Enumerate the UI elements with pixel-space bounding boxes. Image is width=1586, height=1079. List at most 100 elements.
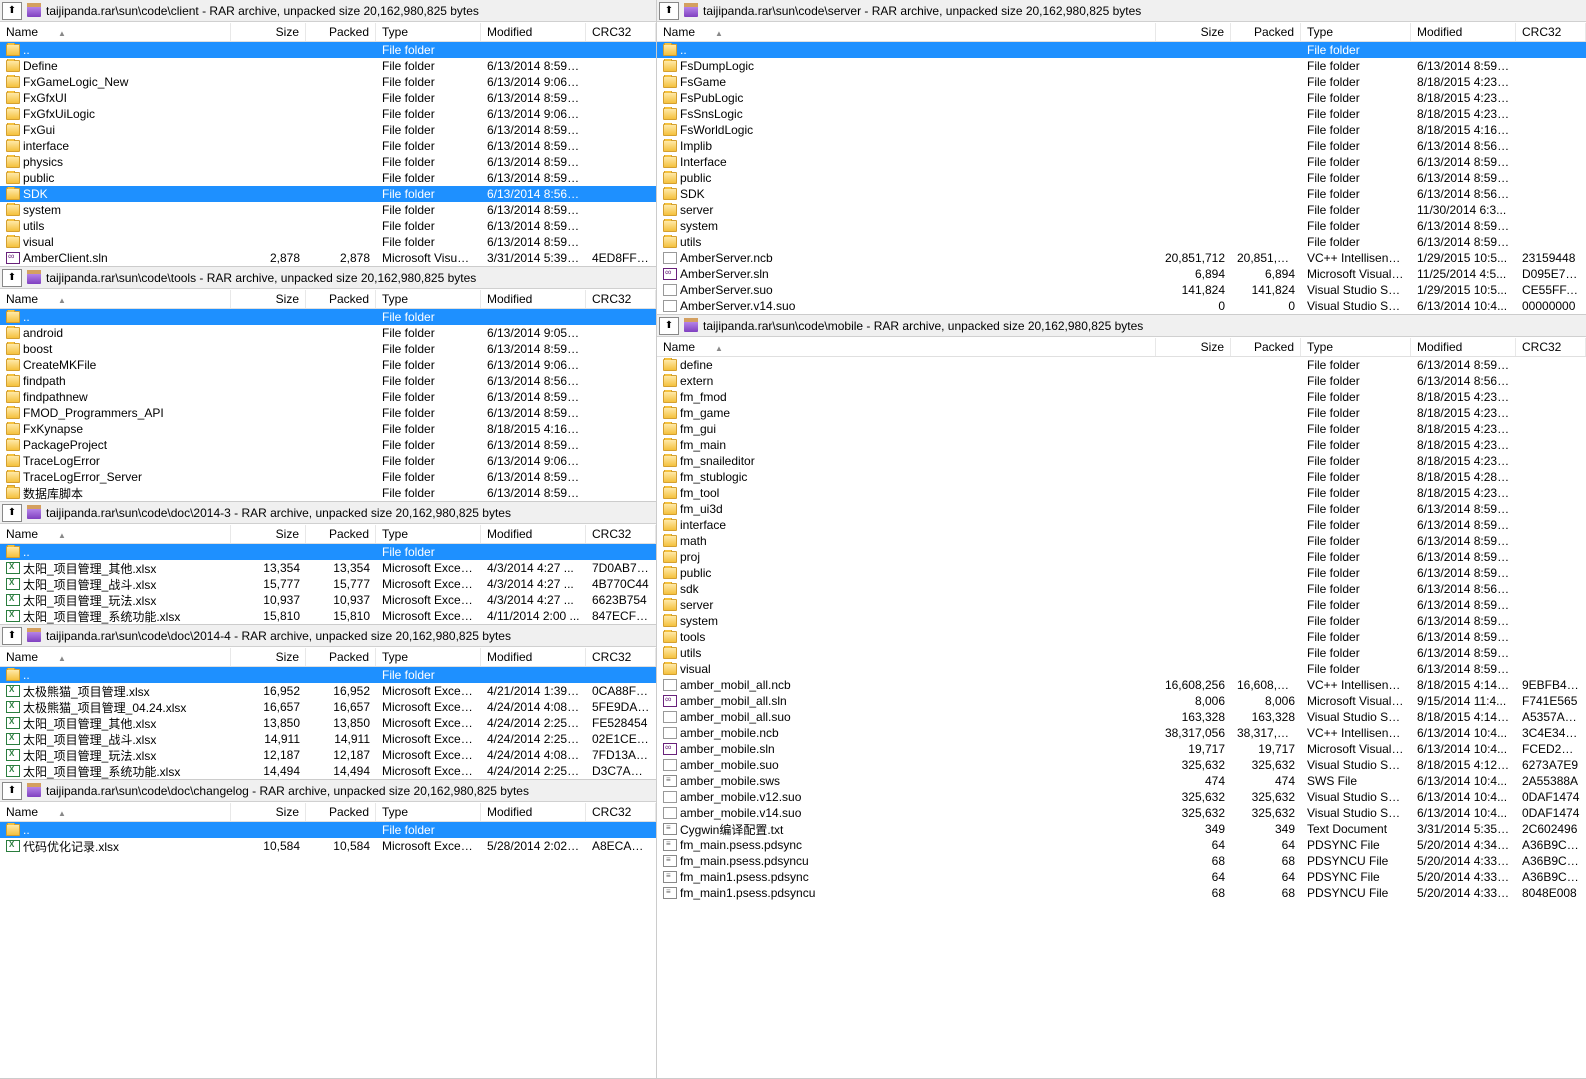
list-item[interactable]: FxKynapse File folder 8/18/2015 4:16 ...	[0, 421, 656, 437]
list-item[interactable]: AmberServer.v14.suo 0 0 Visual Studio So…	[657, 298, 1586, 314]
list-item[interactable]: AmberClient.sln 2,878 2,878 Microsoft Vi…	[0, 250, 656, 266]
list-item[interactable]: findpath File folder 6/13/2014 8:56 ...	[0, 373, 656, 389]
list-item[interactable]: utils File folder 6/13/2014 8:59 ...	[657, 645, 1586, 661]
column-headers[interactable]: Name▲ Size Packed Type Modified CRC32	[0, 289, 656, 309]
col-crc32[interactable]: CRC32	[1516, 23, 1586, 41]
list-item[interactable]: android File folder 6/13/2014 9:05 ...	[0, 325, 656, 341]
col-packed[interactable]: Packed	[1231, 338, 1301, 356]
col-name[interactable]: Name▲	[657, 23, 1156, 41]
list-item[interactable]: proj File folder 6/13/2014 8:59 ...	[657, 549, 1586, 565]
col-crc32[interactable]: CRC32	[586, 648, 656, 666]
col-modified[interactable]: Modified	[1411, 338, 1516, 356]
list-item[interactable]: .. File folder	[0, 822, 656, 838]
list-item[interactable]: amber_mobile.sln 19,717 19,717 Microsoft…	[657, 741, 1586, 757]
list-item[interactable]: system File folder 6/13/2014 8:59 ...	[657, 613, 1586, 629]
list-item[interactable]: physics File folder 6/13/2014 8:59 ...	[0, 154, 656, 170]
column-headers[interactable]: Name▲ Size Packed Type Modified CRC32	[657, 337, 1586, 357]
list-item[interactable]: amber_mobile.sws 474 474 SWS File 6/13/2…	[657, 773, 1586, 789]
col-modified[interactable]: Modified	[481, 23, 586, 41]
list-item[interactable]: SDK File folder 6/13/2014 8:56 ...	[657, 186, 1586, 202]
list-item[interactable]: TraceLogError_Server File folder 6/13/20…	[0, 469, 656, 485]
list-item[interactable]: amber_mobile.suo 325,632 325,632 Visual …	[657, 757, 1586, 773]
list-item[interactable]: server File folder 6/13/2014 8:59 ...	[657, 597, 1586, 613]
col-packed[interactable]: Packed	[306, 525, 376, 543]
list-item[interactable]: 数据库脚本 File folder 6/13/2014 8:59 ...	[0, 485, 656, 501]
list-item[interactable]: SDK File folder 6/13/2014 8:56 ...	[0, 186, 656, 202]
list-item[interactable]: amber_mobile.v12.suo 325,632 325,632 Vis…	[657, 789, 1586, 805]
col-name[interactable]: Name▲	[0, 290, 231, 308]
col-crc32[interactable]: CRC32	[1516, 338, 1586, 356]
list-item[interactable]: Implib File folder 6/13/2014 8:56 ...	[657, 138, 1586, 154]
list-item[interactable]: system File folder 6/13/2014 8:59 ...	[0, 202, 656, 218]
list-item[interactable]: 太阳_项目管理_其他.xlsx 13,354 13,354 Microsoft …	[0, 560, 656, 576]
up-button[interactable]: ⬆	[2, 2, 22, 20]
list-item[interactable]: FsSnsLogic File folder 8/18/2015 4:23 ..…	[657, 106, 1586, 122]
col-modified[interactable]: Modified	[481, 290, 586, 308]
list-item[interactable]: system File folder 6/13/2014 8:59 ...	[657, 218, 1586, 234]
up-button[interactable]: ⬆	[659, 317, 679, 335]
column-headers[interactable]: Name▲ Size Packed Type Modified CRC32	[0, 22, 656, 42]
list-item[interactable]: extern File folder 6/13/2014 8:56 ...	[657, 373, 1586, 389]
up-button[interactable]: ⬆	[2, 627, 22, 645]
col-size[interactable]: Size	[231, 525, 306, 543]
col-packed[interactable]: Packed	[306, 648, 376, 666]
list-item[interactable]: AmberServer.sln 6,894 6,894 Microsoft Vi…	[657, 266, 1586, 282]
list-item[interactable]: amber_mobil_all.sln 8,006 8,006 Microsof…	[657, 693, 1586, 709]
up-button[interactable]: ⬆	[2, 782, 22, 800]
list-item[interactable]: server File folder 11/30/2014 6:3...	[657, 202, 1586, 218]
col-type[interactable]: Type	[376, 803, 481, 821]
col-name[interactable]: Name▲	[0, 525, 231, 543]
col-size[interactable]: Size	[231, 648, 306, 666]
list-item[interactable]: 代码优化记录.xlsx 10,584 10,584 Microsoft Exce…	[0, 838, 656, 854]
col-name[interactable]: Name▲	[0, 648, 231, 666]
list-item[interactable]: 太极熊猫_项目管理_04.24.xlsx 16,657 16,657 Micro…	[0, 699, 656, 715]
list-item[interactable]: FxGameLogic_New File folder 6/13/2014 9:…	[0, 74, 656, 90]
list-item[interactable]: fm_gui File folder 8/18/2015 4:23 ...	[657, 421, 1586, 437]
list-item[interactable]: findpathnew File folder 6/13/2014 8:59 .…	[0, 389, 656, 405]
col-size[interactable]: Size	[231, 803, 306, 821]
list-item[interactable]: AmberServer.ncb 20,851,712 20,851,712 VC…	[657, 250, 1586, 266]
col-type[interactable]: Type	[376, 23, 481, 41]
list-item[interactable]: 太极熊猫_项目管理.xlsx 16,952 16,952 Microsoft E…	[0, 683, 656, 699]
list-item[interactable]: 太阳_项目管理_玩法.xlsx 10,937 10,937 Microsoft …	[0, 592, 656, 608]
col-size[interactable]: Size	[1156, 23, 1231, 41]
column-headers[interactable]: Name▲ Size Packed Type Modified CRC32	[0, 524, 656, 544]
list-item[interactable]: FxGfxUI File folder 6/13/2014 8:59 ...	[0, 90, 656, 106]
list-item[interactable]: tools File folder 6/13/2014 8:59 ...	[657, 629, 1586, 645]
col-modified[interactable]: Modified	[1411, 23, 1516, 41]
list-item[interactable]: .. File folder	[0, 544, 656, 560]
list-item[interactable]: FsDumpLogic File folder 6/13/2014 8:59 .…	[657, 58, 1586, 74]
list-item[interactable]: boost File folder 6/13/2014 8:59 ...	[0, 341, 656, 357]
list-item[interactable]: .. File folder	[0, 309, 656, 325]
list-item[interactable]: FsGame File folder 8/18/2015 4:23 ...	[657, 74, 1586, 90]
list-item[interactable]: amber_mobil_all.ncb 16,608,256 16,608,25…	[657, 677, 1586, 693]
list-item[interactable]: FsWorldLogic File folder 8/18/2015 4:16 …	[657, 122, 1586, 138]
col-size[interactable]: Size	[1156, 338, 1231, 356]
list-item[interactable]: math File folder 6/13/2014 8:59 ...	[657, 533, 1586, 549]
list-item[interactable]: FxGfxUiLogic File folder 6/13/2014 9:06 …	[0, 106, 656, 122]
list-item[interactable]: utils File folder 6/13/2014 8:59 ...	[657, 234, 1586, 250]
col-packed[interactable]: Packed	[306, 290, 376, 308]
list-item[interactable]: fm_stublogic File folder 8/18/2015 4:28 …	[657, 469, 1586, 485]
col-modified[interactable]: Modified	[481, 648, 586, 666]
up-button[interactable]: ⬆	[2, 504, 22, 522]
list-item[interactable]: utils File folder 6/13/2014 8:59 ...	[0, 218, 656, 234]
col-crc32[interactable]: CRC32	[586, 290, 656, 308]
list-item[interactable]: interface File folder 6/13/2014 8:59 ...	[657, 517, 1586, 533]
col-crc32[interactable]: CRC32	[586, 525, 656, 543]
list-item[interactable]: public File folder 6/13/2014 8:59 ...	[657, 170, 1586, 186]
col-modified[interactable]: Modified	[481, 803, 586, 821]
list-item[interactable]: Cygwin编译配置.txt 349 349 Text Document 3/3…	[657, 821, 1586, 837]
list-item[interactable]: fm_fmod File folder 8/18/2015 4:23 ...	[657, 389, 1586, 405]
list-item[interactable]: FMOD_Programmers_API File folder 6/13/20…	[0, 405, 656, 421]
column-headers[interactable]: Name▲ Size Packed Type Modified CRC32	[657, 22, 1586, 42]
col-type[interactable]: Type	[1301, 23, 1411, 41]
list-item[interactable]: interface File folder 6/13/2014 8:59 ...	[0, 138, 656, 154]
list-item[interactable]: AmberServer.suo 141,824 141,824 Visual S…	[657, 282, 1586, 298]
list-item[interactable]: 太阳_项目管理_其他.xlsx 13,850 13,850 Microsoft …	[0, 715, 656, 731]
list-item[interactable]: amber_mobile.ncb 38,317,056 38,317,056 V…	[657, 725, 1586, 741]
list-item[interactable]: fm_main1.psess.pdsyncu 68 68 PDSYNCU Fil…	[657, 885, 1586, 901]
list-item[interactable]: 太阳_项目管理_玩法.xlsx 12,187 12,187 Microsoft …	[0, 747, 656, 763]
col-crc32[interactable]: CRC32	[586, 23, 656, 41]
list-item[interactable]: fm_main.psess.pdsync 64 64 PDSYNC File 5…	[657, 837, 1586, 853]
